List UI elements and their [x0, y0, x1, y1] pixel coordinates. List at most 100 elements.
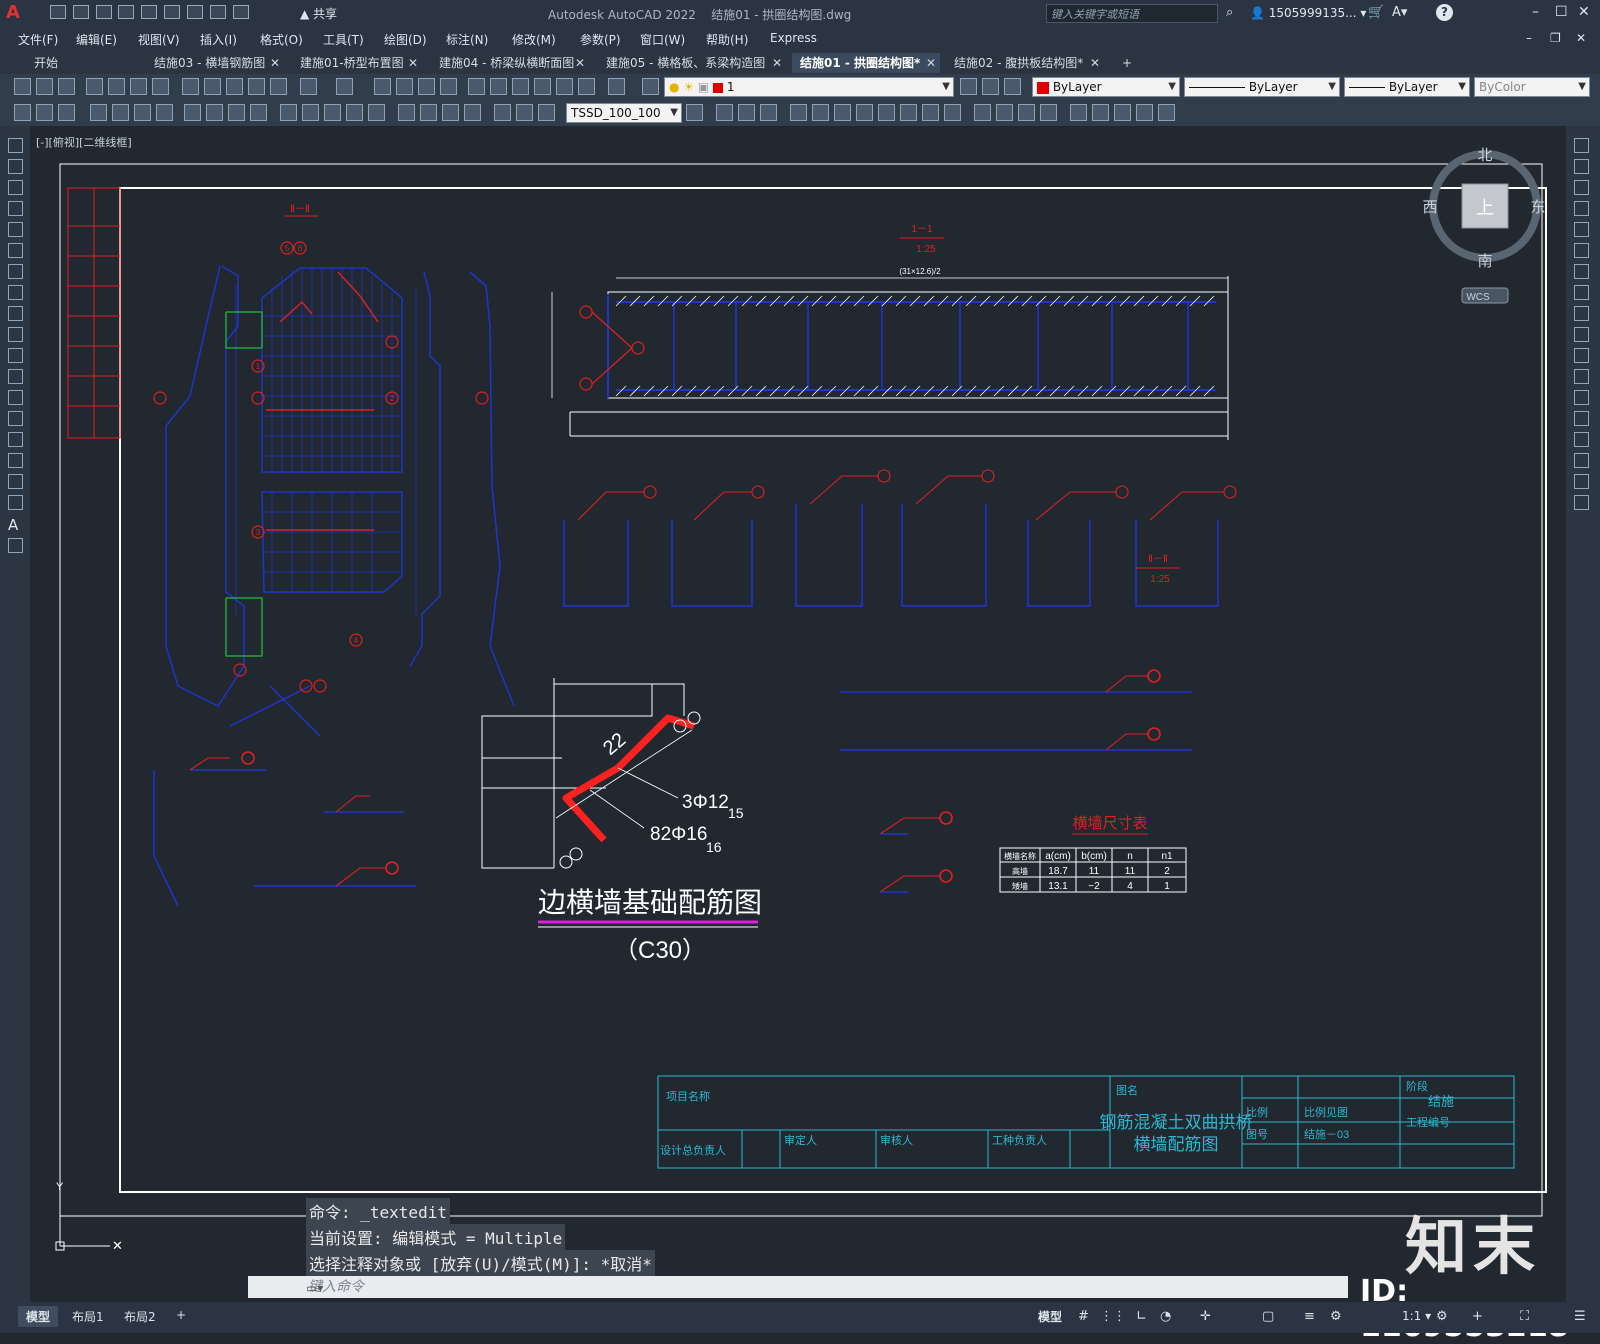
- ucs-icon[interactable]: [1114, 104, 1131, 121]
- minimize-icon[interactable]: –: [1532, 4, 1539, 20]
- menu-dimension[interactable]: 标注(N): [446, 31, 488, 48]
- extend-icon[interactable]: [1574, 348, 1589, 363]
- tab-close-icon[interactable]: ✕: [575, 53, 585, 73]
- zoom-window-icon[interactable]: [418, 78, 435, 95]
- undo-icon[interactable]: [300, 78, 317, 95]
- tab-start[interactable]: 开始: [26, 53, 136, 73]
- markup-icon[interactable]: [556, 78, 573, 95]
- close-icon[interactable]: ✕: [1578, 4, 1590, 20]
- doc-minimize-icon[interactable]: –: [1526, 31, 1532, 45]
- menu-express[interactable]: Express: [770, 31, 817, 45]
- rectangle-icon[interactable]: [8, 222, 23, 237]
- copy-icon[interactable]: [204, 78, 221, 95]
- layout-tab-2[interactable]: 布局2: [116, 1306, 164, 1327]
- annotation-scale[interactable]: 1:1 ▾: [1402, 1309, 1431, 1323]
- table-icon[interactable]: [8, 495, 23, 510]
- web-save-icon[interactable]: [141, 5, 158, 19]
- tool-palettes-icon[interactable]: [512, 78, 529, 95]
- quickcalc-icon[interactable]: [578, 78, 595, 95]
- orbit-icon[interactable]: [834, 104, 851, 121]
- menu-format[interactable]: 格式(O): [260, 31, 303, 48]
- open-icon[interactable]: [72, 5, 89, 19]
- center-mark-icon[interactable]: [420, 104, 437, 121]
- menu-insert[interactable]: 插入(I): [200, 31, 237, 48]
- menu-modify[interactable]: 修改(M): [512, 31, 556, 48]
- menu-tools[interactable]: 工具(T): [323, 31, 364, 48]
- tab-file[interactable]: 建施01-桥型布置图 ✕: [292, 53, 422, 73]
- join-icon[interactable]: [1574, 411, 1589, 426]
- dim-text-edit-icon[interactable]: [516, 104, 533, 121]
- save-as-icon[interactable]: [118, 5, 135, 19]
- user-menu[interactable]: 👤 1505999135... ▾: [1250, 6, 1366, 20]
- break-icon[interactable]: [1574, 369, 1589, 384]
- ucs-icon[interactable]: [1092, 104, 1109, 121]
- share-button[interactable]: ▲ 共享: [300, 5, 337, 22]
- lineweight-icon[interactable]: ≡: [1304, 1309, 1315, 1324]
- construction-line-icon[interactable]: [8, 159, 23, 174]
- search-icon[interactable]: ⌕: [1226, 5, 1233, 20]
- arc-icon[interactable]: [8, 243, 23, 258]
- stretch-icon[interactable]: [1574, 306, 1589, 321]
- tab-close-icon[interactable]: ✕: [1090, 53, 1100, 73]
- fullscreen-icon[interactable]: ⛶: [1520, 1309, 1529, 1324]
- grid-icon[interactable]: #: [1078, 1309, 1089, 1324]
- mtext-icon[interactable]: A: [8, 516, 18, 534]
- rotate-icon[interactable]: [1574, 264, 1589, 279]
- point-icon[interactable]: [8, 411, 23, 426]
- redo-icon[interactable]: [232, 5, 249, 19]
- explode-icon[interactable]: [1574, 495, 1589, 510]
- ellipse-icon[interactable]: [8, 327, 23, 342]
- menu-draw[interactable]: 绘图(D): [384, 31, 427, 48]
- publish-icon[interactable]: [164, 5, 181, 19]
- array-icon[interactable]: [1574, 222, 1589, 237]
- cart-icon[interactable]: 🛒: [1368, 5, 1384, 20]
- plus-icon[interactable]: +: [1472, 1309, 1483, 1324]
- make-current-icon[interactable]: [960, 78, 977, 95]
- visual-style-icon[interactable]: [996, 104, 1013, 121]
- hatch-icon[interactable]: [8, 432, 23, 447]
- annotation-icon[interactable]: ⚙: [1330, 1309, 1342, 1324]
- tab-close-icon[interactable]: ✕: [270, 53, 280, 73]
- tssd-icon[interactable]: [36, 104, 53, 121]
- open-icon[interactable]: [36, 78, 53, 95]
- move-icon[interactable]: [1574, 243, 1589, 258]
- diameter-dim-icon[interactable]: [228, 104, 245, 121]
- polygon-icon[interactable]: [8, 201, 23, 216]
- ucs-icon[interactable]: [1158, 104, 1175, 121]
- ordinate-dim-icon[interactable]: [156, 104, 173, 121]
- command-input[interactable]: 键入命令: [248, 1276, 1348, 1298]
- snap-icon[interactable]: ⋮⋮: [1100, 1309, 1126, 1324]
- match-prop-icon[interactable]: [248, 78, 265, 95]
- block-editor-icon[interactable]: [270, 78, 287, 95]
- spline-icon[interactable]: [8, 306, 23, 321]
- gradient-icon[interactable]: [8, 453, 23, 468]
- ellipse-arc-icon[interactable]: [8, 348, 23, 363]
- line-icon[interactable]: [8, 138, 23, 153]
- fillet-icon[interactable]: [1574, 453, 1589, 468]
- drawing-canvas[interactable]: 上 北 南 东 西 WCS 5 6 1 2 3 4 Ⅱ－Ⅱ 1－1 1:25 (…: [30, 126, 1566, 1276]
- orbit-icon[interactable]: [790, 104, 807, 121]
- circle-icon[interactable]: [8, 264, 23, 279]
- color-dropdown[interactable]: ByLayer ▼: [1032, 77, 1180, 97]
- tab-file[interactable]: 结施03 - 横墙钢筋图 ✕: [146, 53, 284, 73]
- zoom-realtime-icon[interactable]: [396, 78, 413, 95]
- dim-style-icon[interactable]: [686, 104, 703, 121]
- help-icon[interactable]: ?: [1436, 4, 1453, 21]
- search-input[interactable]: 键入关键字或短语: [1046, 4, 1218, 23]
- orbit-icon[interactable]: [856, 104, 873, 121]
- tab-close-icon[interactable]: ✕: [926, 53, 936, 73]
- new-tab-button[interactable]: +: [1114, 53, 1140, 73]
- tssd-icon[interactable]: [58, 104, 75, 121]
- preview-icon[interactable]: [108, 78, 125, 95]
- gear-icon[interactable]: ⚙: [1436, 1309, 1448, 1324]
- plot-icon[interactable]: [186, 5, 203, 19]
- layer-dropdown[interactable]: ● ☀ ▣ 1 ▼: [664, 77, 954, 97]
- polyline-icon[interactable]: [8, 180, 23, 195]
- quick-dim-icon[interactable]: [280, 104, 297, 121]
- tab-file[interactable]: 建施04 - 桥梁纵横断面图 ✕: [431, 53, 589, 73]
- linear-dim-icon[interactable]: [90, 104, 107, 121]
- viewcube[interactable]: 上 北 南 东 西 WCS: [1422, 147, 1546, 304]
- blend-icon[interactable]: [1574, 474, 1589, 489]
- tolerance-icon[interactable]: [398, 104, 415, 121]
- erase-icon[interactable]: [1574, 138, 1589, 153]
